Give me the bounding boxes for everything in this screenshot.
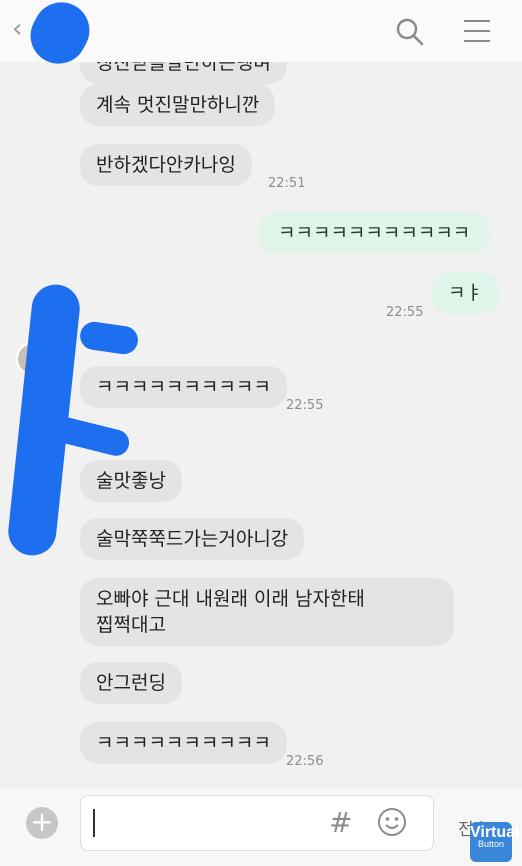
hash-icon[interactable]: #	[329, 806, 352, 839]
message-incoming[interactable]: 칭찬받을말만하는뎅며	[80, 62, 287, 84]
menu-icon[interactable]	[464, 20, 490, 42]
message-timestamp: 22:56	[286, 754, 324, 769]
message-timestamp: 22:51	[268, 176, 306, 191]
virtual-button[interactable]: Virtual Button	[470, 822, 520, 862]
message-timestamp: 22:55	[286, 398, 324, 413]
plus-icon[interactable]: +	[26, 807, 58, 839]
message-incoming[interactable]: ㅋㅋㅋㅋㅋㅋㅋㅋㅋㅋ	[80, 722, 287, 764]
message-timestamp: 22:55	[386, 305, 424, 320]
chevron-left-icon[interactable]: ‹	[12, 14, 22, 44]
message-outgoing[interactable]: ㅋㅋㅋㅋㅋㅋㅋㅋㅋㅋㅋ	[258, 212, 491, 254]
message-incoming[interactable]: 반하겠다안카나잉	[80, 144, 252, 186]
emoji-icon[interactable]	[377, 807, 407, 837]
message-incoming[interactable]: 술막쭉쭉드가는거아니강	[80, 518, 305, 560]
redaction-scribble	[78, 320, 140, 356]
message-composer: + # 전송	[0, 786, 522, 866]
message-incoming[interactable]: ㅋㅋㅋㅋㅋㅋㅋㅋㅋㅋ	[80, 366, 287, 408]
message-incoming[interactable]: 술맛좋낭	[80, 460, 182, 502]
message-list[interactable]: 칭찬받을말만하는뎅며 계속 멋진말만하니깐 반하겠다안카나잉 22:51 ㅋㅋㅋ…	[0, 62, 522, 786]
message-incoming[interactable]: 계속 멋진말만하니깐	[80, 84, 276, 126]
text-caret	[93, 809, 95, 837]
message-input[interactable]: #	[80, 795, 434, 851]
message-outgoing[interactable]: ㅋㅑ	[432, 272, 499, 314]
search-icon[interactable]	[396, 18, 424, 46]
chat-screen: ‹ s 칭찬받을말만하는뎅며 계속 멋진말만하니깐 반하겠다안카나잉 22:51…	[0, 0, 522, 866]
virtual-button-line2: Button	[477, 839, 505, 849]
message-incoming[interactable]: 오빠야 근대 내원래 이래 남자한태 찝쩍대고	[80, 578, 454, 646]
message-incoming[interactable]: 안그런딩	[80, 662, 182, 704]
